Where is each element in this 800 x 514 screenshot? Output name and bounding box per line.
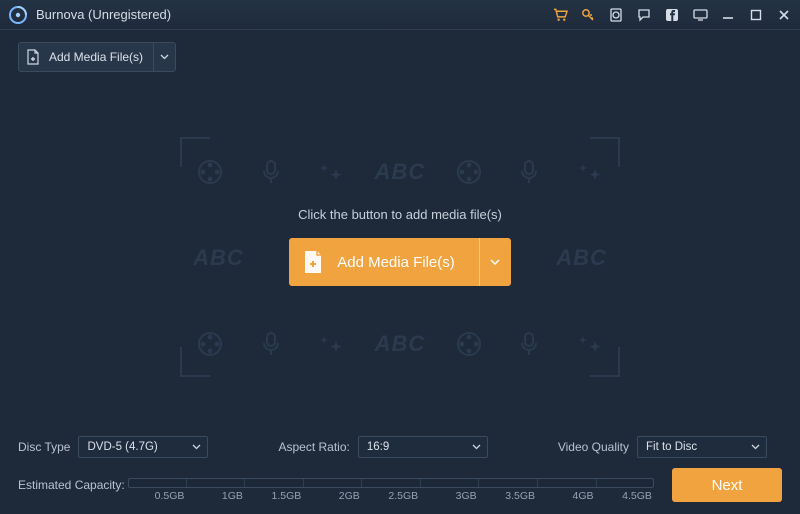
capacity-ruler: 0.5GB 1GB 1.5GB 2GB 2.5GB 3GB 3.5GB 4GB …	[128, 472, 654, 498]
capacity-tick-labels: 0.5GB 1GB 1.5GB 2GB 2.5GB 3GB 3.5GB 4GB …	[128, 490, 654, 502]
sparkle-icon	[573, 327, 607, 361]
watermark-text: ABC	[375, 159, 426, 185]
monitor-icon[interactable]	[692, 7, 708, 23]
add-media-label: Add Media File(s)	[47, 50, 153, 64]
window-title: Burnova (Unregistered)	[36, 7, 171, 22]
drop-hint: Click the button to add media file(s)	[180, 207, 620, 222]
bottom-panel: Disc Type DVD-5 (4.7G) Aspect Ratio: 16:…	[0, 428, 800, 514]
chevron-down-icon	[751, 441, 760, 453]
watermark-row: ABC	[180, 155, 620, 189]
drop-zone-center: Click the button to add media file(s) Ad…	[180, 207, 620, 286]
chevron-down-icon	[192, 441, 201, 453]
mic-icon	[512, 327, 546, 361]
chat-icon[interactable]	[636, 7, 652, 23]
disc-type-label: Disc Type	[18, 440, 70, 454]
next-button[interactable]: Next	[672, 468, 782, 502]
mic-icon	[254, 155, 288, 189]
add-media-button[interactable]: Add Media File(s)	[289, 238, 511, 286]
sparkle-icon	[314, 327, 348, 361]
sparkle-icon	[314, 155, 348, 189]
close-icon[interactable]	[776, 7, 792, 23]
disc-icon[interactable]	[608, 7, 624, 23]
next-button-label: Next	[712, 477, 743, 494]
disc-type-select[interactable]: DVD-5 (4.7G)	[78, 436, 208, 458]
reel-icon	[193, 327, 227, 361]
minimize-icon[interactable]	[720, 7, 736, 23]
mic-icon	[254, 327, 288, 361]
chevron-down-icon	[153, 43, 175, 71]
aspect-ratio-value: 16:9	[367, 441, 389, 453]
facebook-icon[interactable]	[664, 7, 680, 23]
watermark-row: ABC	[180, 327, 620, 361]
disc-type-value: DVD-5 (4.7G)	[87, 441, 157, 453]
capacity-label: Estimated Capacity:	[18, 478, 128, 492]
main-area: ABC ABC ABC ABC Click the button to add …	[0, 72, 800, 442]
add-media-dropdown[interactable]: Add Media File(s)	[18, 42, 176, 72]
cart-icon[interactable]	[552, 7, 568, 23]
reel-icon	[193, 155, 227, 189]
add-media-button-label: Add Media File(s)	[337, 254, 479, 271]
add-file-icon	[289, 250, 337, 274]
app-logo-icon	[8, 5, 28, 25]
chevron-down-icon	[472, 441, 481, 453]
video-quality-label: Video Quality	[558, 440, 629, 454]
sparkle-icon	[573, 155, 607, 189]
chevron-down-icon	[479, 238, 511, 286]
reel-icon	[452, 155, 486, 189]
aspect-ratio-label: Aspect Ratio:	[278, 440, 349, 454]
drop-zone: ABC ABC ABC ABC Click the button to add …	[180, 137, 620, 377]
aspect-ratio-select[interactable]: 16:9	[358, 436, 488, 458]
maximize-icon[interactable]	[748, 7, 764, 23]
reel-icon	[452, 327, 486, 361]
add-file-icon	[19, 49, 47, 65]
title-bar: Burnova (Unregistered)	[0, 0, 800, 30]
video-quality-value: Fit to Disc	[646, 441, 697, 453]
mic-icon	[512, 155, 546, 189]
toolbar: Add Media File(s)	[0, 30, 800, 72]
video-quality-select[interactable]: Fit to Disc	[637, 436, 767, 458]
key-icon[interactable]	[580, 7, 596, 23]
watermark-text: ABC	[375, 331, 426, 357]
